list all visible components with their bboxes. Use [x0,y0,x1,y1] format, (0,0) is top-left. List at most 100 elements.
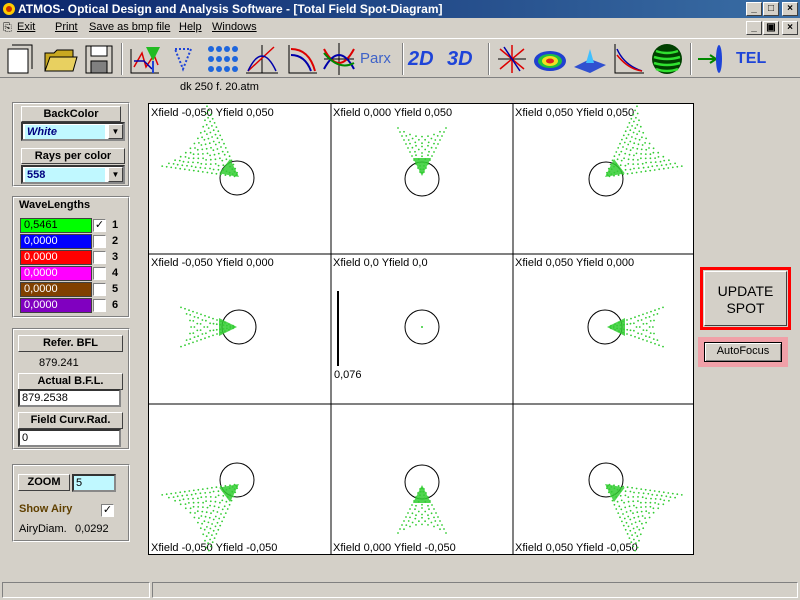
spot-point [222,494,225,497]
spot-point [215,486,218,489]
new-file-button[interactable] [4,41,38,77]
update-spot-button[interactable]: UPDATE SPOT [700,267,791,330]
view-2d-button[interactable]: 2D [408,41,442,77]
spot-point [165,493,168,496]
spot-point [421,135,423,138]
wavelength-checkbox[interactable]: ✓ [93,219,106,232]
wavelength-checkbox[interactable] [93,299,106,312]
save-file-button[interactable] [82,41,116,77]
minimize-button[interactable]: _ [746,2,762,16]
spot-point [210,146,212,149]
spot-point [638,314,640,317]
spot-point [615,151,618,153]
wavelength-checkbox[interactable] [93,283,106,296]
interferogram-button[interactable] [650,41,684,77]
show-airy-checkbox[interactable]: ✓ [101,504,114,517]
spot-point [637,167,640,169]
spot-point [632,163,635,165]
view-3d-button[interactable]: 3D [447,41,481,77]
actual-bfl-label: Actual B.F.L. [18,373,123,390]
spot-cell-label: Xfield 0,000 Yfield -0,050 [333,542,456,554]
toolbar-separator [121,43,123,75]
spot-point [638,520,641,523]
ray-fan-button[interactable] [244,41,280,77]
spot-point [187,498,190,500]
spot-matrix-button[interactable] [205,41,239,77]
spot-point [626,533,629,535]
wavelength-value-field[interactable]: 0,5461 [20,218,92,233]
open-file-button[interactable] [42,41,78,77]
maximize-button[interactable]: □ [763,2,779,16]
encircled-energy-button[interactable] [612,41,646,77]
wavelength-checkbox[interactable] [93,251,106,264]
wavelength-value-field[interactable]: 0,0000 [20,298,92,313]
spot-point [433,142,435,145]
spot-point [211,125,213,127]
spot-point [619,516,621,519]
spot-point [647,492,650,495]
wavelength-value-field[interactable]: 0,0000 [20,250,92,265]
spot-point [216,521,219,524]
bfl-panel: Refer. BFL 879.241 Actual B.F.L. 879.253… [12,328,130,450]
spot-point [417,148,420,151]
mtf-map-button[interactable] [532,41,568,77]
back-color-select[interactable]: White ▼ [21,122,125,141]
mdi-document-icon[interactable]: ⎘ [3,22,12,35]
wavelength-checkbox[interactable] [93,235,106,248]
telescope-lens-button[interactable] [696,41,726,77]
spot-point [216,137,219,140]
spot-point [620,150,623,153]
autofocus-button[interactable]: AutoFocus [704,342,782,362]
wavelength-checkbox[interactable] [93,267,106,280]
rays-per-color-select[interactable]: 558 ▼ [21,165,125,184]
atmos-app-icon[interactable] [2,2,16,16]
spot-fan-button[interactable] [170,41,196,77]
spot-point [619,494,622,497]
spot-point [188,309,190,312]
spot-point [645,322,648,325]
spot-point [193,316,196,318]
spot-point [186,494,188,497]
menu-exit[interactable]: Exit [17,21,35,33]
parx-button[interactable]: Parx [360,41,398,77]
spot-point [622,513,624,515]
spot-point [648,142,651,145]
spot-point [212,509,215,512]
menu-save-bmp[interactable]: Save as bmp file [89,21,170,33]
spot-point [443,528,445,530]
spot-point [623,157,625,160]
wavelength-value-field[interactable]: 0,0000 [20,282,92,297]
wavelength-value-field[interactable]: 0,0000 [20,234,92,249]
aberration-button[interactable] [285,41,319,77]
dropdown-arrow-icon[interactable]: ▼ [108,167,123,182]
dropdown-arrow-icon[interactable]: ▼ [108,124,123,139]
child-close-button[interactable]: × [782,21,798,35]
psf-button[interactable] [496,41,528,77]
spot-point [418,138,420,141]
spot-point [637,496,639,498]
spot-point [204,119,206,122]
zoom-field[interactable]: 5 [72,474,116,492]
spot-point [633,154,635,157]
surface-3d-button[interactable] [572,41,608,77]
child-restore-button[interactable]: ▣ [763,21,779,35]
distortion-button[interactable] [322,41,356,77]
spot-cone-button[interactable] [142,41,164,77]
menu-windows[interactable]: Windows [212,21,257,33]
spot-point [662,503,665,506]
actual-bfl-field[interactable]: 879.2538 [18,389,121,407]
close-button[interactable]: × [782,2,798,16]
field-curv-field[interactable]: 0 [18,429,121,447]
spot-point [415,154,417,157]
menu-help[interactable]: Help [179,21,202,33]
spot-point [401,524,403,526]
spot-point [216,333,218,335]
spot-point [203,326,206,328]
spot-point [654,342,656,345]
menu-print[interactable]: Print [55,21,78,33]
spot-point [180,306,182,309]
wavelength-value-field[interactable]: 0,0000 [20,266,92,281]
tel-button[interactable]: TEL [736,41,772,77]
spot-point [194,166,197,169]
child-minimize-button[interactable]: _ [746,21,762,35]
